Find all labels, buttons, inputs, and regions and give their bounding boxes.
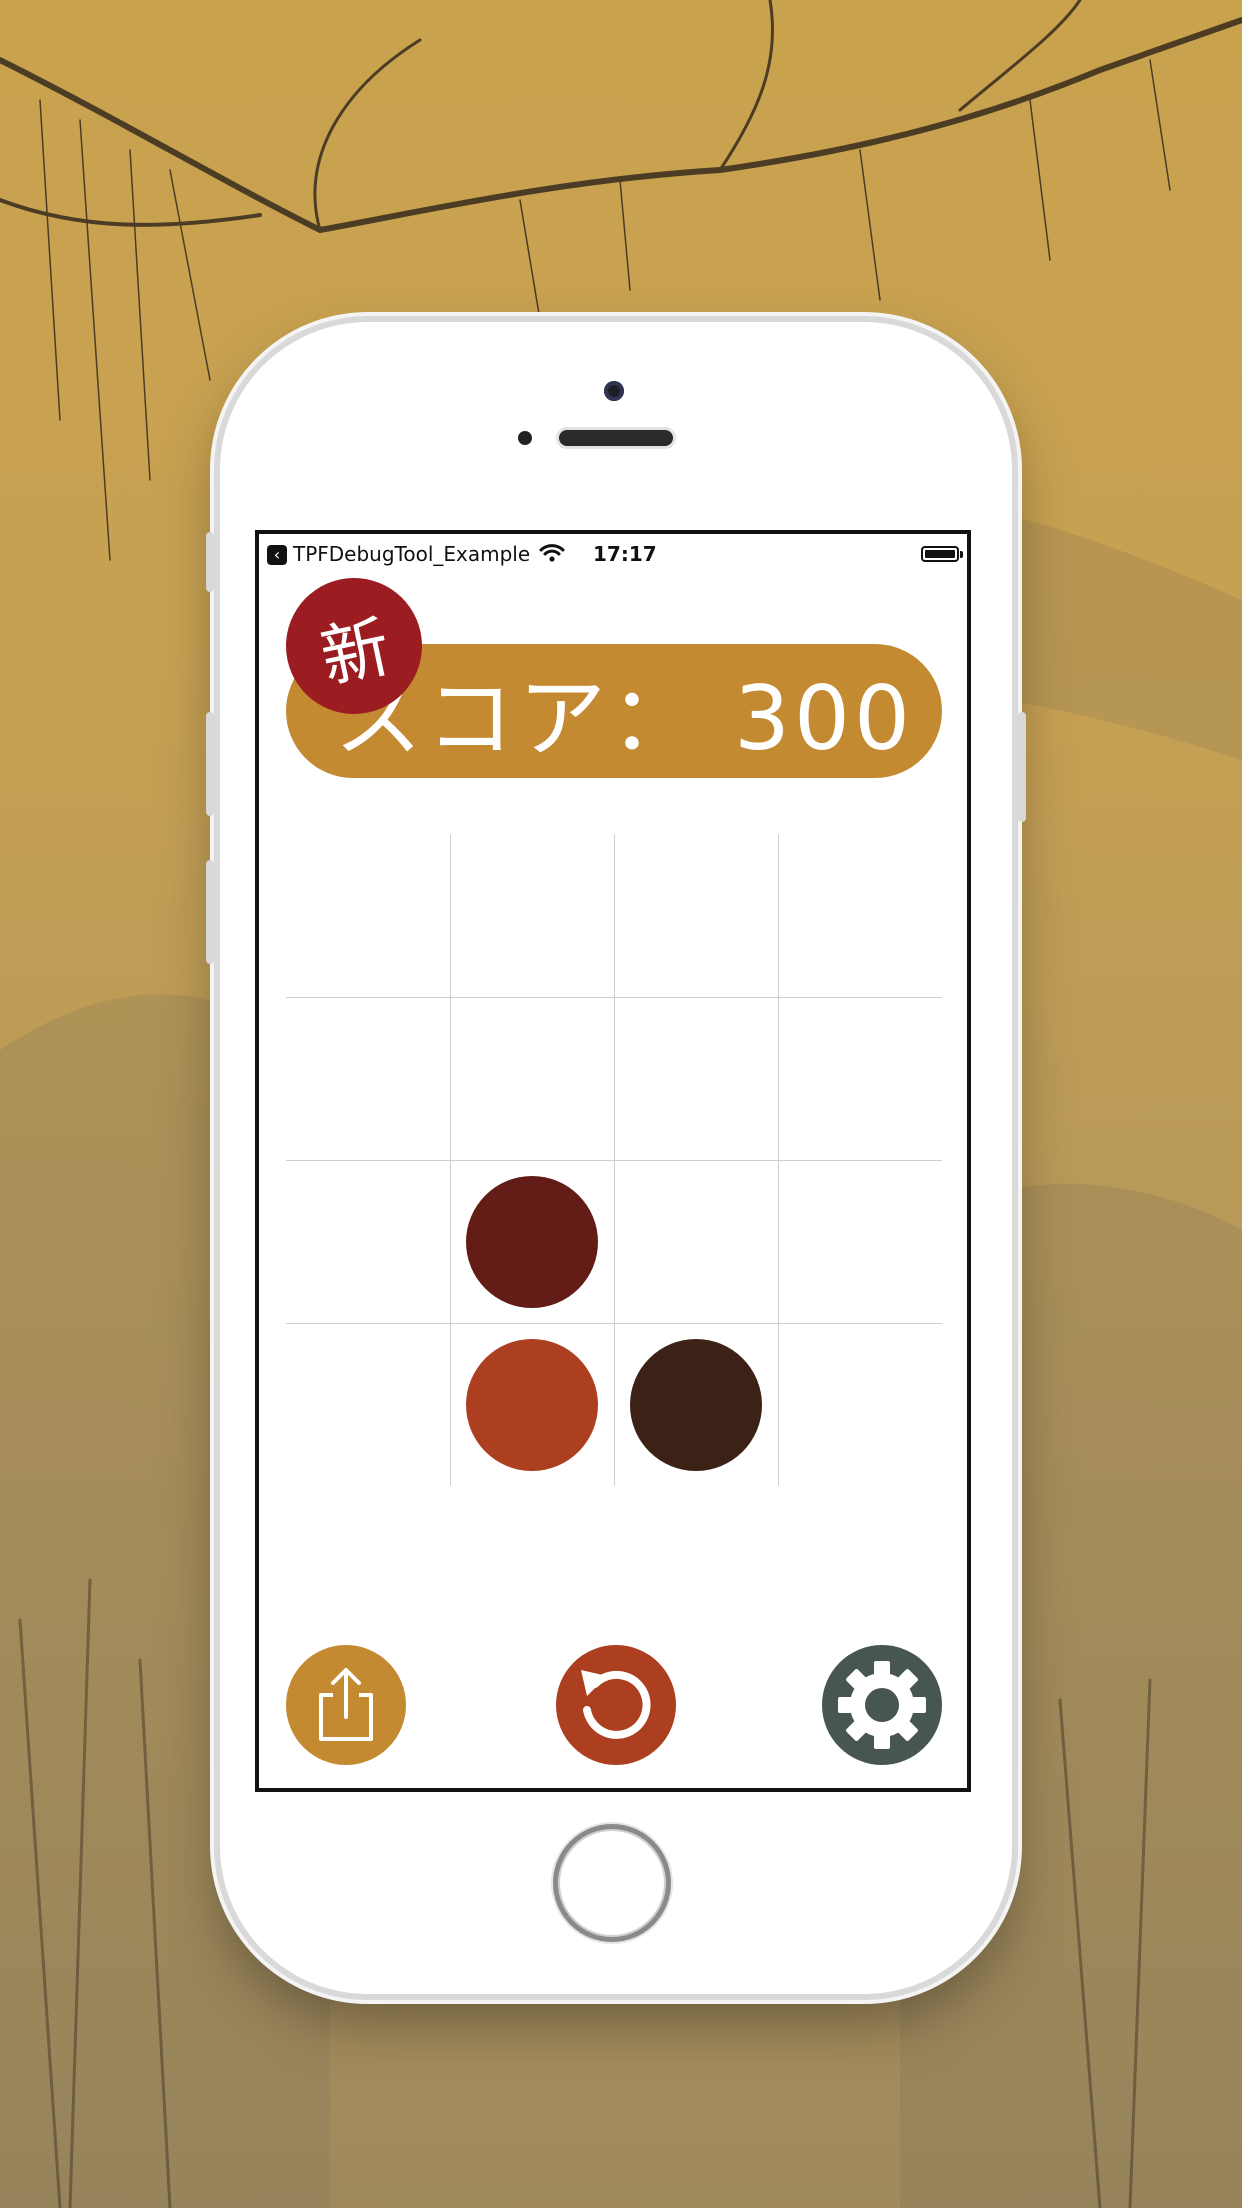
restart-icon bbox=[581, 1670, 651, 1739]
proximity-sensor bbox=[518, 431, 532, 445]
status-time: 17:17 bbox=[593, 542, 657, 566]
front-camera bbox=[604, 381, 624, 401]
home-button[interactable] bbox=[553, 1824, 671, 1942]
chevron-left-icon[interactable]: ‹ bbox=[267, 545, 287, 565]
app-screen: ‹ TPFDebugTool_Example 17:17 スコア： 300 新 bbox=[255, 530, 971, 1792]
grid-line bbox=[286, 1323, 942, 1324]
game-piece[interactable] bbox=[466, 1338, 598, 1471]
game-board[interactable] bbox=[286, 834, 942, 1486]
back-to-app-label[interactable]: TPFDebugTool_Example bbox=[293, 542, 530, 566]
share-button[interactable] bbox=[286, 1645, 406, 1765]
grid-line bbox=[286, 1160, 942, 1161]
grid-line bbox=[286, 997, 942, 998]
gear-icon bbox=[838, 1661, 926, 1749]
earpiece-speaker bbox=[559, 430, 673, 446]
settings-button[interactable] bbox=[822, 1645, 942, 1765]
game-piece[interactable] bbox=[630, 1338, 762, 1471]
mute-switch bbox=[206, 532, 214, 592]
score-text: スコア： 300 bbox=[334, 666, 914, 770]
game-piece[interactable] bbox=[466, 1175, 598, 1308]
phone-frame: ‹ TPFDebugTool_Example 17:17 スコア： 300 新 bbox=[206, 322, 1026, 1994]
wifi-icon bbox=[539, 544, 565, 562]
share-icon bbox=[319, 1668, 373, 1741]
new-badge-label: 新 bbox=[313, 607, 397, 699]
battery-full-icon bbox=[921, 546, 963, 562]
status-bar: ‹ TPFDebugTool_Example 17:17 bbox=[259, 534, 967, 574]
restart-button[interactable] bbox=[556, 1645, 676, 1765]
power-button bbox=[1018, 712, 1026, 822]
volume-down-button bbox=[206, 860, 214, 964]
volume-up-button bbox=[206, 712, 214, 816]
